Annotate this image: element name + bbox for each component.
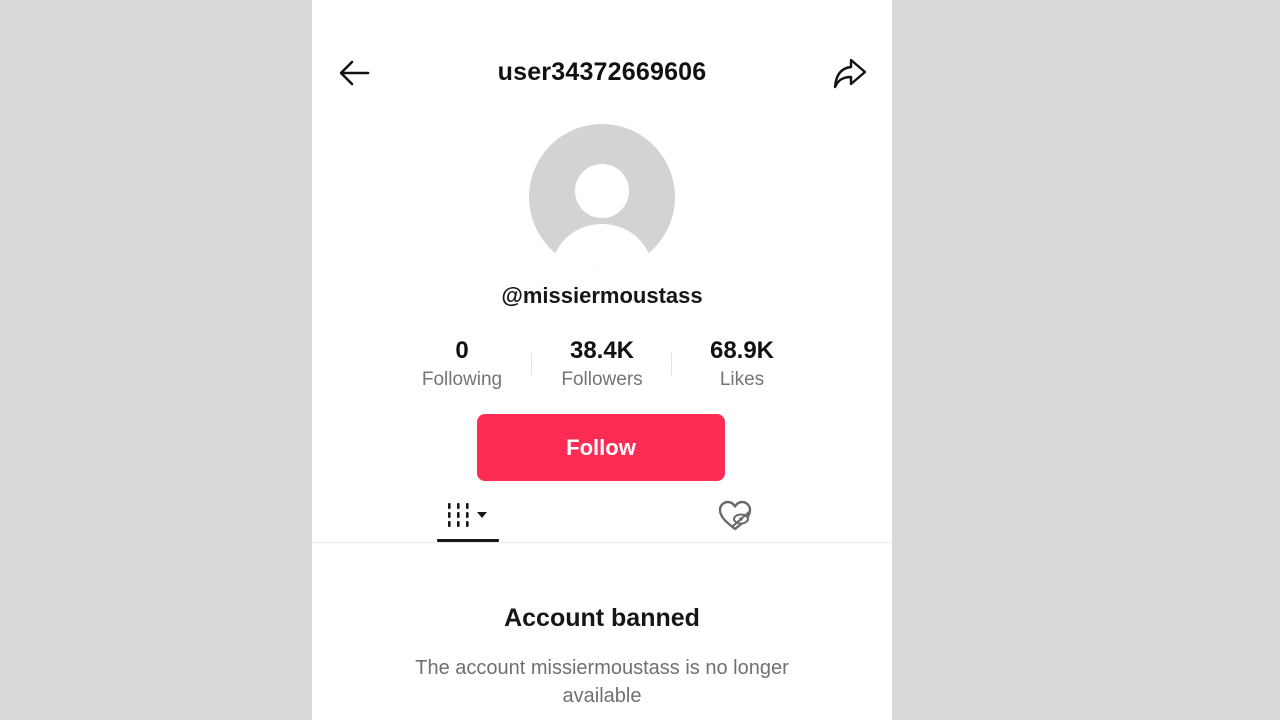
stat-label: Likes: [719, 369, 765, 390]
banned-description: The account missiermoustass is no longer…: [415, 657, 789, 707]
default-avatar-icon: [529, 124, 675, 270]
top-bar: user34372669606: [312, 48, 892, 98]
content-tabs: [312, 490, 892, 543]
stat-label: Following: [421, 369, 503, 390]
profile-handle: @missiermoustass: [501, 283, 703, 308]
avatar[interactable]: [529, 124, 675, 270]
stat-value: 38.4K: [569, 337, 635, 364]
share-button[interactable]: [830, 56, 870, 90]
share-arrow-icon: [833, 58, 867, 89]
profile-stats: 0 Following 38.4K Followers 68.9K Likes: [392, 336, 812, 398]
follow-button[interactable]: Follow: [477, 414, 725, 481]
profile-screen: user34372669606 @missiermoustass 0 Follo…: [312, 0, 892, 720]
stat-value: 68.9K: [709, 337, 775, 364]
stat-label: Followers: [561, 369, 643, 390]
stat-following[interactable]: 0 Following: [392, 336, 532, 398]
tab-videos[interactable]: [437, 490, 499, 542]
hidden-liked-icon: [718, 500, 752, 531]
tab-liked[interactable]: [705, 490, 765, 542]
video-grid-icon: [448, 503, 487, 527]
stat-followers[interactable]: 38.4K Followers: [532, 336, 672, 398]
banned-title: Account banned: [504, 604, 700, 632]
page-title: user34372669606: [497, 58, 707, 86]
stat-likes[interactable]: 68.9K Likes: [672, 336, 812, 398]
stat-value: 0: [455, 337, 469, 364]
tab-active-indicator: [437, 539, 499, 542]
